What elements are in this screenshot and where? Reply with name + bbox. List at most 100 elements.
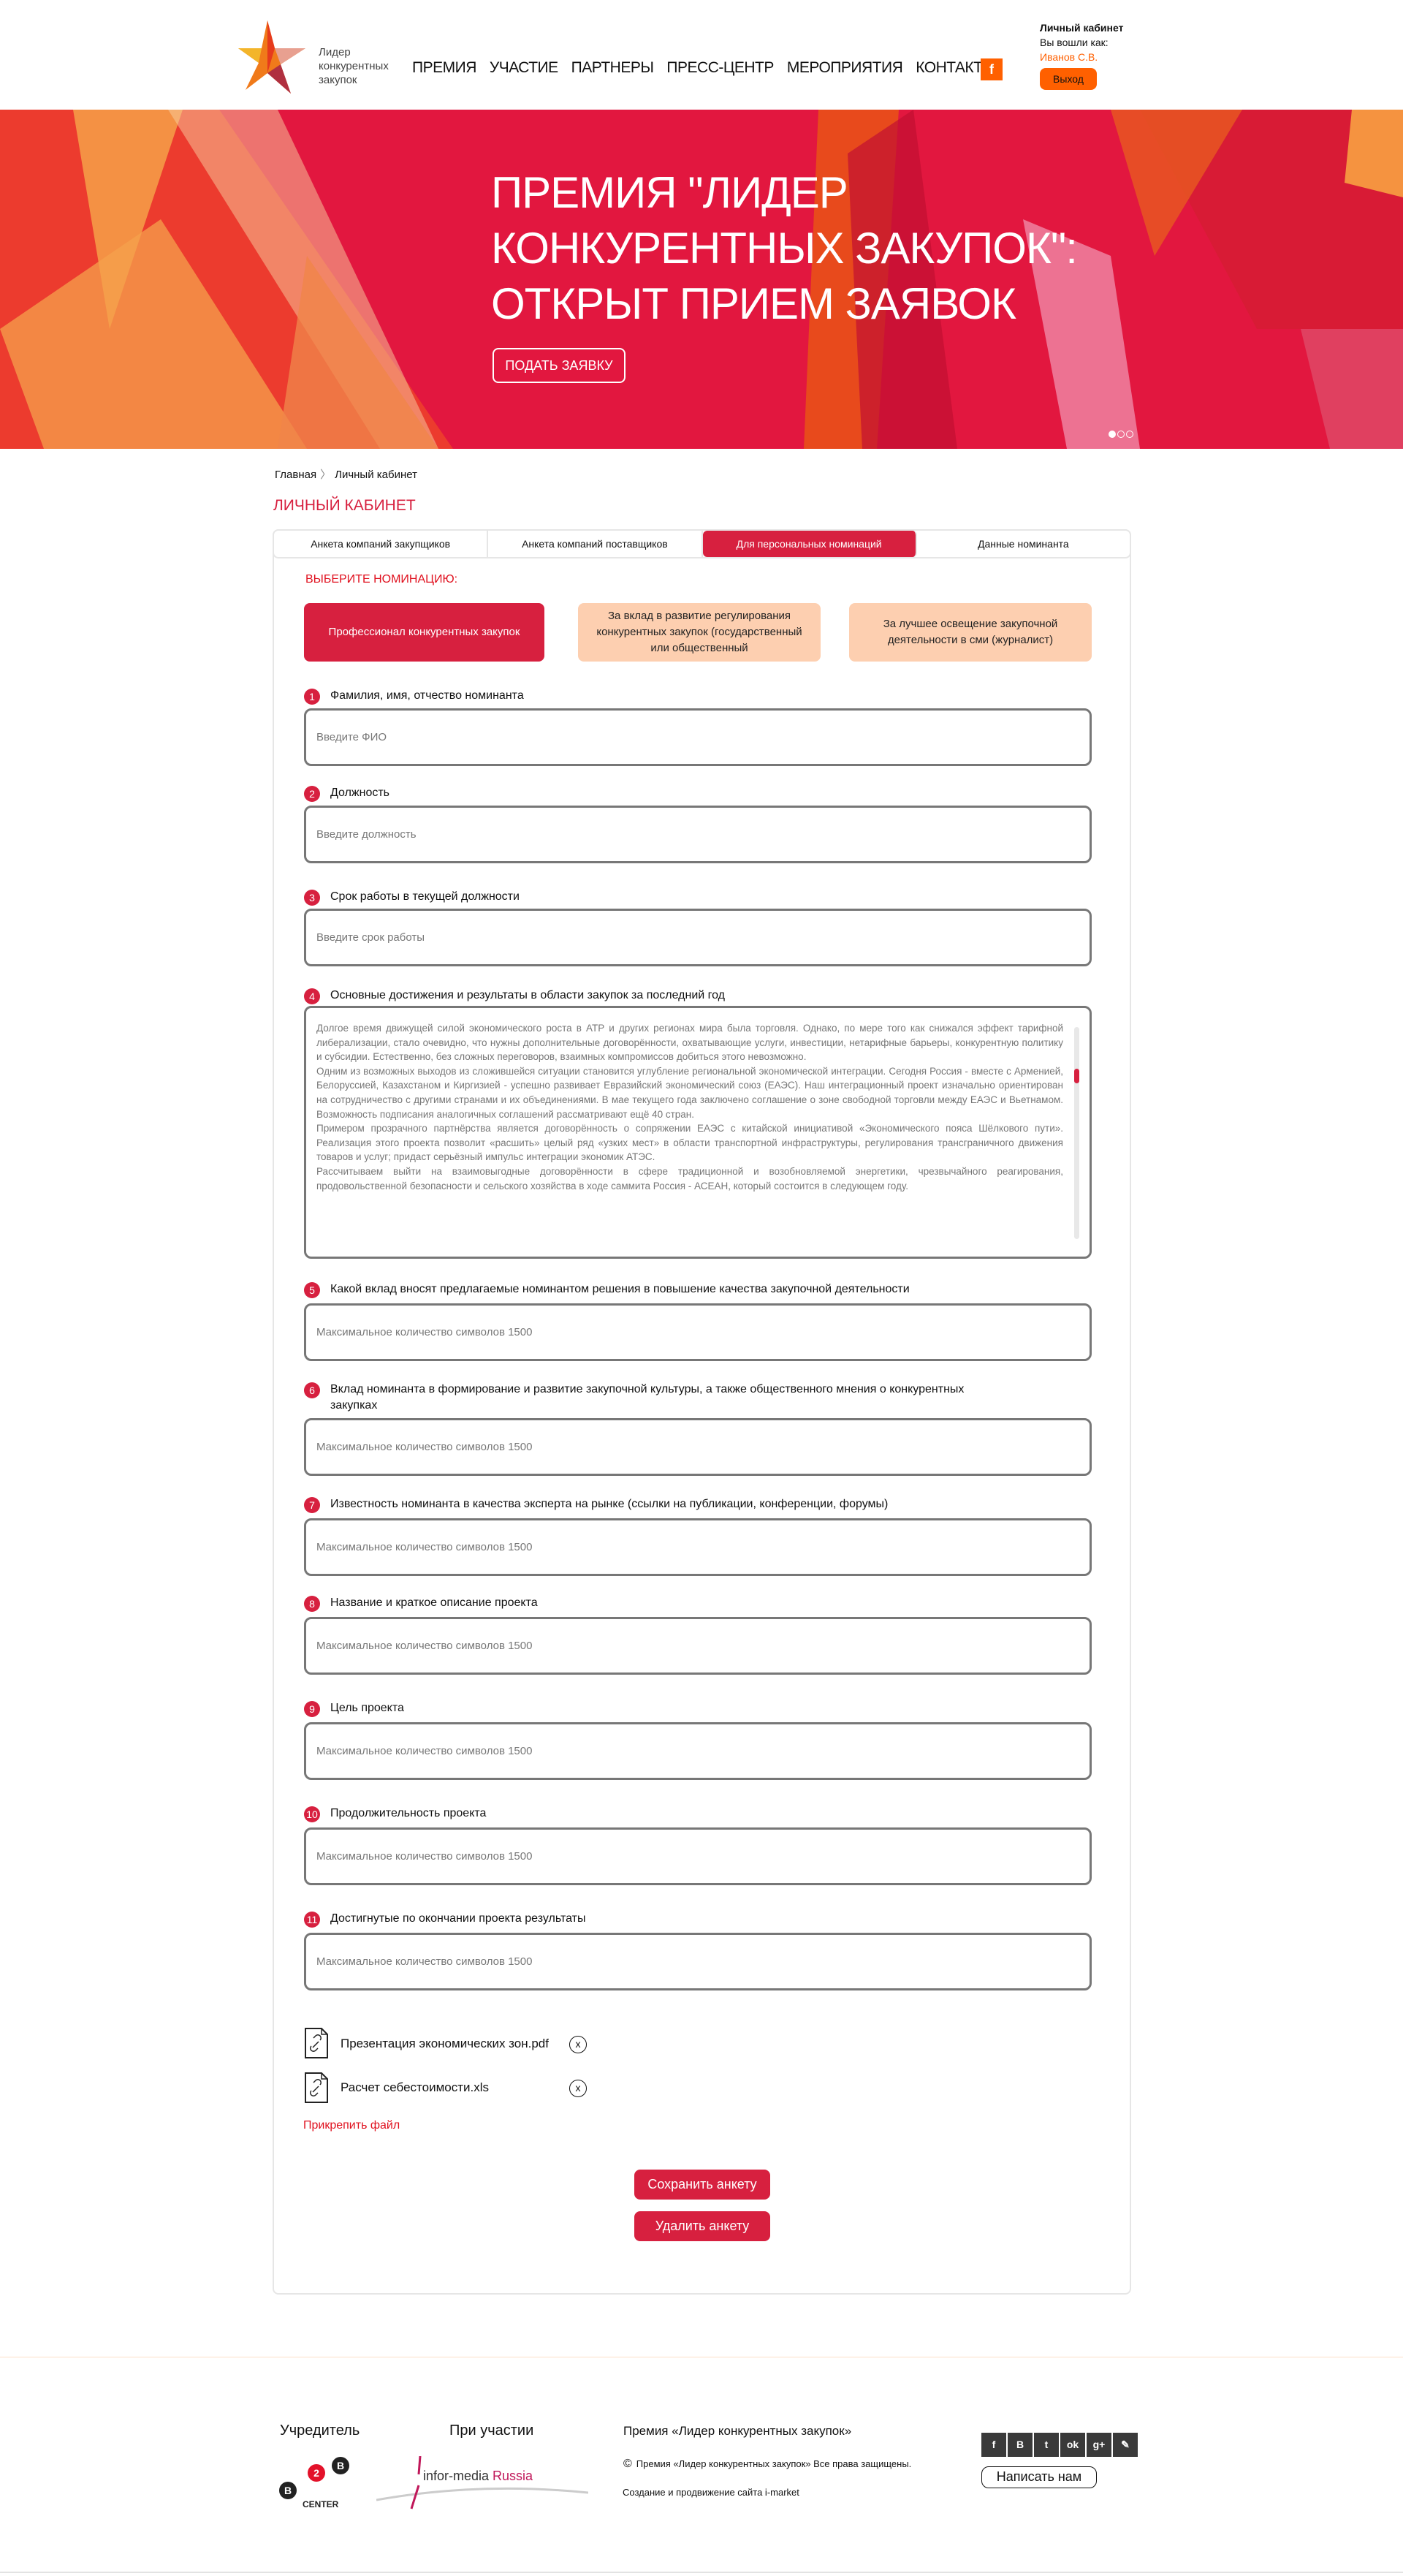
nomination-regulation[interactable]: За вклад в развитие регулирования конкур… [578, 603, 821, 662]
svg-text:CENTER: CENTER [303, 2499, 339, 2509]
breadcrumb-home[interactable]: Главная [275, 469, 316, 481]
copyright-icon: © [623, 2458, 632, 2470]
submit-application-button[interactable]: ПОДАТЬ ЗАЯВКУ [493, 348, 626, 383]
question-label: Достигнутые по окончании проекта результ… [330, 1912, 586, 1925]
tab-nominee-data[interactable]: Данные номинанта [917, 531, 1130, 557]
input-placeholder: Введите срок работы [316, 931, 425, 944]
participation-heading: При участии [449, 2422, 534, 2439]
question-input[interactable]: Введите должность [304, 806, 1092, 863]
file-name[interactable]: Расчет себестоимости.xls [341, 2080, 489, 2095]
input-placeholder: Введите должность [316, 828, 417, 841]
vk-icon[interactable]: В [1008, 2433, 1033, 2457]
question-input[interactable]: Введите ФИО [304, 708, 1092, 766]
svg-text:B: B [284, 2485, 292, 2496]
breadcrumb-current: Личный кабинет [335, 469, 417, 481]
delete-button[interactable]: Удалить анкету [634, 2211, 770, 2241]
tab-suppliers[interactable]: Анкета компаний поставщиков [488, 531, 703, 557]
question-label: Известность номинанта в качества эксперт… [330, 1498, 889, 1510]
slider-dot[interactable] [1126, 431, 1133, 438]
question-number: 5 [304, 1282, 320, 1298]
question-number: 8 [304, 1596, 320, 1612]
write-us-button[interactable]: Написать нам [981, 2466, 1097, 2488]
question-number: 1 [304, 689, 320, 705]
social-icons: f В t ok g+ ✎ [981, 2433, 1138, 2457]
infor-media-logo[interactable]: infor-media Russia [376, 2456, 588, 2511]
tab-buyers[interactable]: Анкета компаний закупщиков [274, 531, 489, 557]
question-input[interactable]: Максимальное количество символов 1500 [304, 1303, 1092, 1361]
achievements-textarea[interactable]: Долгое время движущей силой экономическо… [304, 1006, 1092, 1259]
file-name[interactable]: Презентация экономических зон.pdf [341, 2037, 549, 2051]
copyright-text: Премия «Лидер конкурентных закупок» Все … [636, 2458, 912, 2469]
account-box: Личный кабинет Вы вошли как: Иванов С.В. [1040, 20, 1123, 64]
slider-dot[interactable] [1109, 431, 1116, 438]
nav-premiya[interactable]: ПРЕМИЯ [412, 59, 476, 77]
save-button[interactable]: Сохранить анкету [634, 2170, 770, 2200]
question-input[interactable]: Максимальное количество символов 1500 [304, 1518, 1092, 1576]
question-input[interactable]: Максимальное количество символов 1500 [304, 1933, 1092, 1990]
google-plus-icon[interactable]: g+ [1087, 2433, 1111, 2457]
award-heading: Премия «Лидер конкурентных закупок» [623, 2424, 852, 2438]
site-logo[interactable]: Лидер конкурентных закупок [238, 20, 399, 94]
question-label: Срок работы в текущей должности [330, 890, 520, 903]
logged-as-label: Вы вошли как: [1040, 37, 1109, 48]
facebook-icon[interactable]: f [981, 58, 1003, 80]
remove-file-icon[interactable]: x [569, 2036, 587, 2053]
input-placeholder: Максимальное количество символов 1500 [316, 1326, 533, 1338]
nav-press-center[interactable]: ПРЕСС-ЦЕНТР [666, 59, 774, 77]
question-number: 2 [304, 786, 320, 802]
input-placeholder: Максимальное количество символов 1500 [316, 1640, 533, 1652]
logout-button[interactable]: Выход [1040, 68, 1097, 90]
livejournal-icon[interactable]: ✎ [1113, 2433, 1138, 2457]
nomination-heading: ВЫБЕРИТЕ НОМИНАЦИЮ: [305, 573, 458, 586]
nomination-media[interactable]: За лучшее освещение закупочной деятельно… [849, 603, 1092, 662]
hero-title-line: КОНКУРЕНТНЫХ ЗАКУПОК": [491, 224, 1078, 273]
attach-file-link[interactable]: Прикрепить файл [303, 2119, 400, 2132]
question-input[interactable]: Введите срок работы [304, 909, 1092, 966]
question-input[interactable]: Максимальное количество символов 1500 [304, 1617, 1092, 1675]
logo-line: закупок [319, 74, 357, 86]
svg-text:B: B [337, 2460, 344, 2471]
question-number: 3 [304, 890, 320, 906]
input-placeholder: Максимальное количество символов 1500 [316, 1850, 533, 1863]
question-input[interactable]: Максимальное количество символов 1500 [304, 1722, 1092, 1780]
odnoklassniki-icon[interactable]: ok [1060, 2433, 1085, 2457]
input-placeholder: Максимальное количество символов 1500 [316, 1541, 533, 1553]
credits[interactable]: Создание и продвижение сайта i-market [623, 2487, 799, 2498]
remove-file-icon[interactable]: x [569, 2080, 587, 2097]
slider-dots [1109, 431, 1133, 438]
hero-banner: ПРЕМИЯ "ЛИДЕР КОНКУРЕНТНЫХ ЗАКУПОК": ОТК… [0, 110, 1403, 449]
nav-meropriyatiya[interactable]: МЕРОПРИЯТИЯ [787, 59, 903, 77]
scrollbar-thumb[interactable] [1074, 1069, 1079, 1083]
input-placeholder: Введите ФИО [316, 731, 387, 743]
twitter-icon[interactable]: t [1034, 2433, 1059, 2457]
question-input[interactable]: Максимальное количество символов 1500 [304, 1418, 1092, 1476]
question-number: 10 [304, 1806, 320, 1822]
footer-bottom-line [0, 2572, 1403, 2573]
hero-title-line: ОТКРЫТ ПРИЕМ ЗАЯВОК [491, 279, 1016, 328]
nomination-professional[interactable]: Профессионал конкурентных закупок [304, 603, 544, 662]
b2b-center-logo[interactable]: B 2 B CENTER [278, 2456, 358, 2511]
logo-line: конкурентных [319, 60, 389, 72]
question-label: Какой вклад вносят предлагаемые номинант… [330, 1283, 910, 1295]
facebook-icon[interactable]: f [981, 2433, 1006, 2457]
question-label: Вклад номинанта в формирование и развити… [330, 1383, 965, 1412]
user-name[interactable]: Иванов С.В. [1040, 50, 1123, 64]
svg-text:infor-media Russia: infor-media Russia [423, 2469, 533, 2483]
tabs: Анкета компаний закупщиков Анкета компан… [273, 529, 1131, 558]
copyright: © Премия «Лидер конкурентных закупок» Все… [623, 2458, 911, 2471]
question-label: Название и краткое описание проекта [330, 1596, 538, 1609]
textarea-scrollbar[interactable] [1074, 1027, 1079, 1239]
account-title[interactable]: Личный кабинет [1040, 20, 1123, 35]
nav-uchastie[interactable]: УЧАСТИЕ [490, 59, 558, 77]
svg-text:2: 2 [313, 2467, 319, 2479]
input-placeholder: Максимальное количество символов 1500 [316, 1745, 533, 1757]
site-header: Лидер конкурентных закупок ПРЕМИЯ УЧАСТИ… [0, 0, 1403, 110]
input-placeholder: Максимальное количество символов 1500 [316, 1955, 533, 1968]
question-label: Основные достижения и результаты в облас… [330, 989, 726, 1001]
nav-partnery[interactable]: ПАРТНЕРЫ [571, 59, 654, 77]
question-label: Продолжительность проекта [330, 1807, 487, 1819]
input-placeholder: Максимальное количество символов 1500 [316, 1441, 533, 1453]
slider-dot[interactable] [1117, 431, 1125, 438]
tab-personal-nominations[interactable]: Для персональных номинаций [702, 531, 917, 557]
question-input[interactable]: Максимальное количество символов 1500 [304, 1827, 1092, 1885]
